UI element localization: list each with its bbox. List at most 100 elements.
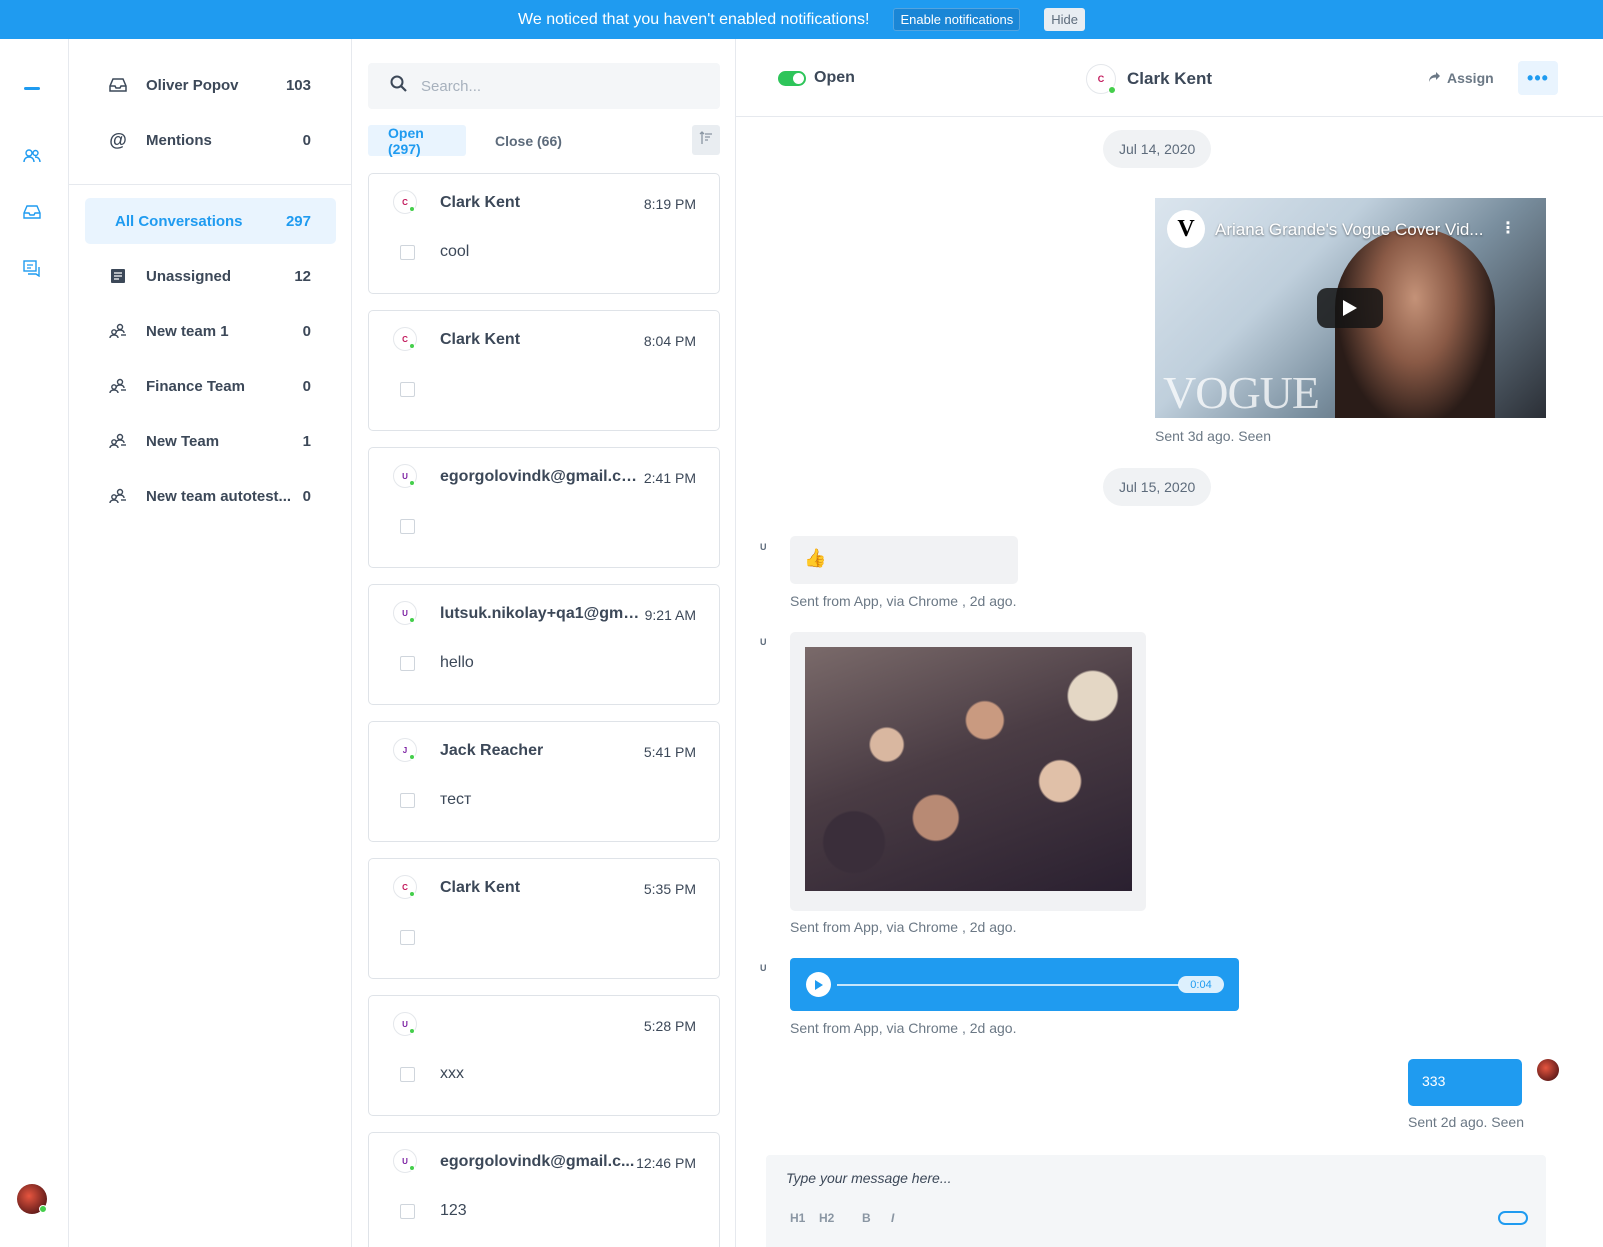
audio-play-button[interactable] bbox=[806, 972, 831, 997]
conversation-name: Jack Reacher bbox=[440, 742, 544, 759]
image-message[interactable] bbox=[790, 632, 1146, 911]
conversation-time: 9:21 AM bbox=[644, 607, 696, 623]
contact-avatar: U bbox=[393, 464, 417, 488]
contact-avatar: U bbox=[393, 1149, 417, 1173]
chat-reports-icon[interactable] bbox=[21, 257, 43, 279]
conversation-card[interactable]: U egorgolovindk@gmail.c... 12:46 PM 123 bbox=[368, 1132, 720, 1247]
sort-icon bbox=[699, 130, 713, 150]
sidebar-item-count: 0 bbox=[302, 487, 311, 505]
outgoing-message-bubble: 333 bbox=[1408, 1059, 1522, 1106]
sidebar-item-label: New team autotest... bbox=[146, 487, 292, 505]
team-icon bbox=[108, 321, 128, 341]
sidebar-item-unassigned[interactable]: Unassigned 12 bbox=[85, 253, 336, 299]
hide-banner-button[interactable]: Hide bbox=[1044, 8, 1085, 31]
sidebar-divider bbox=[69, 184, 351, 185]
message-bubble: 👍 bbox=[790, 536, 1018, 584]
online-status-dot bbox=[409, 343, 415, 349]
sidebar-item-my-inbox[interactable]: Oliver Popov 103 bbox=[85, 62, 336, 108]
attached-image[interactable] bbox=[805, 647, 1132, 891]
conversation-time: 5:41 PM bbox=[643, 744, 696, 760]
avatar-initial: J bbox=[402, 745, 408, 755]
sidebar-item-finance-team[interactable]: Finance Team 0 bbox=[85, 363, 336, 409]
online-status-dot bbox=[409, 1028, 415, 1034]
select-checkbox[interactable] bbox=[400, 1067, 415, 1082]
composer-mode-toggle[interactable] bbox=[1498, 1211, 1528, 1225]
search-icon bbox=[390, 75, 407, 97]
sidebar-item-count: 1 bbox=[302, 432, 311, 450]
online-status-dot bbox=[409, 206, 415, 212]
kebab-menu-icon[interactable]: ⋮ bbox=[1500, 218, 1516, 238]
menu-icon[interactable] bbox=[24, 87, 40, 90]
document-icon bbox=[108, 266, 128, 286]
tab-open[interactable]: Open (297) bbox=[368, 125, 466, 157]
message-input[interactable] bbox=[786, 1170, 1506, 1194]
conversation-time: 8:04 PM bbox=[643, 333, 696, 349]
select-checkbox[interactable] bbox=[400, 930, 415, 945]
online-status-dot bbox=[39, 1205, 47, 1213]
video-brand-text: VOGUE bbox=[1163, 367, 1320, 418]
contact-avatar: U bbox=[393, 601, 417, 625]
agent-avatar bbox=[1537, 1059, 1559, 1081]
enable-notifications-button[interactable]: Enable notifications bbox=[893, 8, 1021, 31]
online-status-dot bbox=[409, 891, 415, 897]
conversation-card[interactable]: C Clark Kent 5:35 PM bbox=[368, 858, 720, 979]
search-input[interactable] bbox=[421, 77, 701, 95]
conversation-preview: 123 bbox=[440, 1202, 467, 1219]
contact-name[interactable]: Clark Kent bbox=[1127, 69, 1212, 89]
select-checkbox[interactable] bbox=[400, 1204, 415, 1219]
status-tabs: Open (297) Close (66) bbox=[368, 125, 720, 157]
tab-close[interactable]: Close (66) bbox=[475, 125, 582, 156]
message-meta: Sent 3d ago. Seen bbox=[1155, 428, 1271, 444]
conversation-card[interactable]: C Clark Kent 8:04 PM bbox=[368, 310, 720, 431]
conversation-card[interactable]: U egorgolovindk@gmail.co... 2:41 PM bbox=[368, 447, 720, 568]
select-checkbox[interactable] bbox=[400, 656, 415, 671]
italic-button[interactable]: I bbox=[891, 1211, 920, 1225]
sidebar-item-count: 0 bbox=[302, 131, 311, 149]
online-status-dot bbox=[1108, 86, 1116, 94]
audio-duration: 0:04 bbox=[1178, 976, 1224, 993]
sort-button[interactable] bbox=[692, 125, 720, 155]
conversation-card[interactable]: U 5:28 PM xxx bbox=[368, 995, 720, 1116]
sidebar-item-new-team-autotest[interactable]: New team autotest... 0 bbox=[85, 473, 336, 519]
conversation-name: Clark Kent bbox=[440, 879, 521, 896]
select-checkbox[interactable] bbox=[400, 519, 415, 534]
more-options-button[interactable]: ••• bbox=[1518, 61, 1558, 95]
conversation-preview: xxx bbox=[440, 1065, 464, 1082]
select-checkbox[interactable] bbox=[400, 382, 415, 397]
sidebar-item-label: Oliver Popov bbox=[146, 76, 239, 94]
select-checkbox[interactable] bbox=[400, 793, 415, 808]
inbox-nav-icon[interactable] bbox=[21, 201, 43, 223]
primary-nav bbox=[0, 39, 69, 1247]
bold-button[interactable]: B bbox=[862, 1211, 891, 1225]
conversation-time: 5:35 PM bbox=[643, 881, 696, 897]
heading2-button[interactable]: H2 bbox=[819, 1211, 848, 1225]
video-title[interactable]: Ariana Grande's Vogue Cover Vid... bbox=[1215, 220, 1483, 240]
open-status-toggle[interactable] bbox=[778, 71, 806, 86]
video-embed[interactable]: V Ariana Grande's Vogue Cover Vid... ⋮ V… bbox=[1155, 198, 1546, 418]
conversation-card[interactable]: C Clark Kent 8:19 PM cool bbox=[368, 173, 720, 294]
sidebar-item-new-team[interactable]: New Team 1 bbox=[85, 418, 336, 464]
sidebar-item-label: New team 1 bbox=[146, 322, 229, 340]
online-status-dot bbox=[409, 1165, 415, 1171]
contacts-icon[interactable] bbox=[21, 145, 43, 167]
sidebar-item-count: 0 bbox=[302, 322, 311, 340]
audio-progress-track[interactable] bbox=[837, 984, 1179, 986]
search-box[interactable] bbox=[368, 63, 720, 109]
user-avatar[interactable] bbox=[17, 1184, 47, 1214]
avatar-initial: C bbox=[402, 882, 408, 892]
conversation-card[interactable]: U lutsuk.nikolay+qa1@gma... 9:21 AM hell… bbox=[368, 584, 720, 705]
sidebar-item-all-conversations[interactable]: All Conversations 297 bbox=[85, 198, 336, 244]
conversation-name: Clark Kent bbox=[440, 331, 521, 348]
message-meta: Sent from App, via Chrome , 2d ago. bbox=[790, 593, 1017, 609]
conversation-card[interactable]: J Jack Reacher 5:41 PM тест bbox=[368, 721, 720, 842]
assign-button[interactable]: Assign bbox=[1428, 70, 1494, 86]
sidebar-item-new-team-1[interactable]: New team 1 0 bbox=[85, 308, 336, 354]
sidebar-item-label: All Conversations bbox=[115, 212, 243, 230]
banner-message: We noticed that you haven't enabled noti… bbox=[518, 10, 870, 28]
select-checkbox[interactable] bbox=[400, 245, 415, 260]
avatar-initial: U bbox=[402, 1156, 408, 1166]
heading1-button[interactable]: H1 bbox=[790, 1211, 819, 1225]
play-button[interactable] bbox=[1317, 288, 1383, 328]
conversation-pane: Open C Clark Kent Assign ••• Jul 14, 202… bbox=[736, 39, 1603, 1247]
sidebar-item-mentions[interactable]: @ Mentions 0 bbox=[85, 117, 336, 163]
